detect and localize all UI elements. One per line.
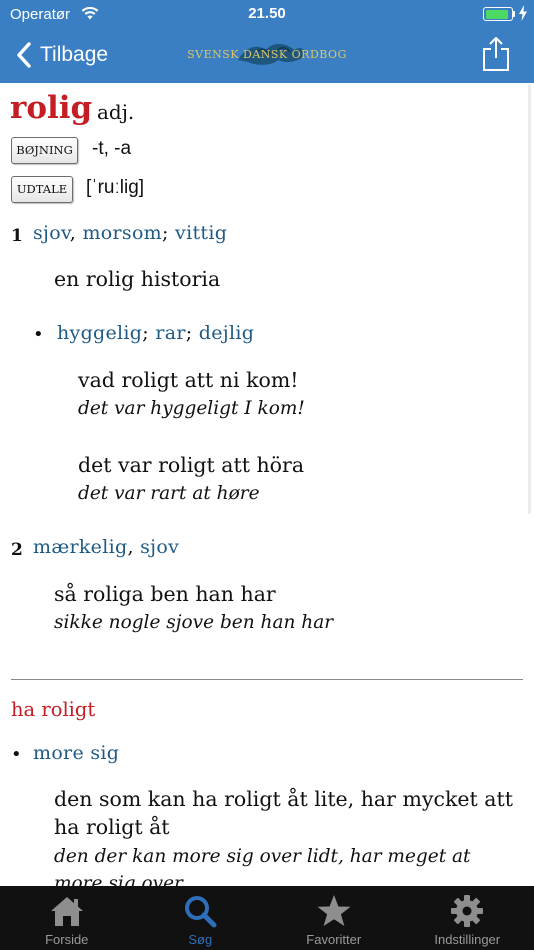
synonym-link[interactable]: rar xyxy=(155,322,185,344)
tab-favoritter[interactable]: Favoritter xyxy=(267,886,401,950)
tab-soeg[interactable]: Søg xyxy=(134,886,268,950)
share-icon[interactable] xyxy=(482,36,510,72)
tab-label: Favoritter xyxy=(306,932,362,947)
tab-forside[interactable]: Forside xyxy=(0,886,134,950)
scrollbar[interactable] xyxy=(528,84,531,514)
synonym-link[interactable]: mærkelig xyxy=(33,536,127,558)
chevron-left-icon xyxy=(17,42,31,68)
sub-sense-bullet: • xyxy=(33,324,44,345)
clock: 21.50 xyxy=(248,5,286,22)
synonym-list: hyggelig; rar; dejlig xyxy=(57,322,254,344)
battery-tip xyxy=(513,11,515,17)
example-swedish: vad roligt att ni kom! xyxy=(78,368,299,392)
tab-label: Forside xyxy=(45,932,89,947)
star-icon xyxy=(317,895,351,926)
tab-label: Søg xyxy=(188,932,213,947)
status-bar: Operatør 21.50 xyxy=(0,0,534,28)
synonym-list: mærkelig, sjov xyxy=(33,536,179,558)
example-danish: det var hyggeligt I kom! xyxy=(78,398,305,419)
inflection-value: -t, -a xyxy=(92,138,132,159)
inflection-button[interactable]: BØJNING xyxy=(11,137,78,164)
synonym-separator: ; xyxy=(185,322,199,344)
logo-text: SVENSK DANSK ORDBOG xyxy=(187,48,347,61)
synonym-separator: ; xyxy=(162,222,176,244)
battery-icon xyxy=(483,7,513,21)
example-danish: den der kan more sig over lidt, har mege… xyxy=(54,846,471,867)
example-danish: det var rart at høre xyxy=(78,483,260,504)
synonym-link[interactable]: sjov xyxy=(140,536,179,558)
pronunciation-value: [ˈruːlig] xyxy=(86,177,145,198)
synonym-separator: , xyxy=(69,222,83,244)
synonym-link[interactable]: hyggelig xyxy=(57,322,142,344)
section-divider xyxy=(11,679,523,680)
synonym-list: sjov, morsom; vittig xyxy=(33,222,227,244)
synonym-link[interactable]: morsom xyxy=(82,222,162,244)
synonym-link[interactable]: dejlig xyxy=(199,322,254,344)
house-icon xyxy=(50,897,83,926)
example-swedish: den som kan ha roligt åt lite, har mycke… xyxy=(54,787,513,811)
top-bar: Operatør 21.50 Tilbage SVENSK DANSK ORDB… xyxy=(0,0,534,83)
example-swedish: så roliga ben han har xyxy=(54,582,276,606)
app-logo: SVENSK DANSK ORDBOG xyxy=(186,38,348,72)
headword: rolig xyxy=(10,90,93,126)
sense-number: 1 xyxy=(11,226,23,246)
synonym-link[interactable]: sjov xyxy=(33,222,70,244)
synonym-list: more sig xyxy=(33,742,119,764)
tab-indstillinger[interactable]: Indstillinger xyxy=(401,886,534,950)
gear-icon xyxy=(451,895,484,927)
synonym-separator: ; xyxy=(142,322,156,344)
charging-bolt-icon xyxy=(519,5,527,21)
phrase-headword: ha roligt xyxy=(11,698,96,721)
example-danish: sikke nogle sjove ben han har xyxy=(54,612,334,633)
search-icon xyxy=(185,896,217,928)
example-swedish: en rolig historia xyxy=(54,267,221,291)
tab-bar: Forside Søg Favoritter Indstillinger xyxy=(0,886,534,950)
example-swedish-cont: ha roligt åt xyxy=(54,815,170,839)
synonym-link[interactable]: vittig xyxy=(175,222,227,244)
synonym-separator: , xyxy=(127,536,141,558)
part-of-speech: adj. xyxy=(97,100,135,124)
pronunciation-button[interactable]: UDTALE xyxy=(11,176,73,203)
back-button[interactable]: Tilbage xyxy=(14,38,108,72)
example-swedish: det var roligt att höra xyxy=(78,453,305,477)
back-label: Tilbage xyxy=(40,43,109,66)
synonym-link[interactable]: more sig xyxy=(33,742,119,764)
sense-number: 2 xyxy=(11,540,23,560)
phrase-bullet: • xyxy=(11,744,22,765)
tab-label: Indstillinger xyxy=(434,932,501,947)
